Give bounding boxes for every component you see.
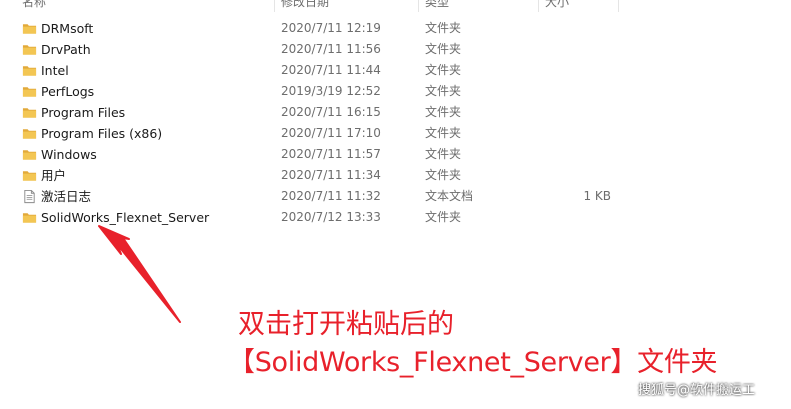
file-type: 文件夹 <box>425 126 462 140</box>
file-date: 2020/7/11 11:34 <box>281 168 381 182</box>
file-type: 文件夹 <box>425 168 462 182</box>
annotation-line-1: 双击打开粘贴后的 <box>238 309 454 340</box>
column-header-date[interactable]: 修改日期 <box>281 0 329 12</box>
file-row[interactable]: Program Files 2020/7/11 16:15 文件夹 <box>0 102 620 123</box>
file-date: 2020/7/12 13:33 <box>281 210 381 224</box>
column-header-bar: 名称 修改日期 类型 大小 <box>0 0 620 12</box>
file-row[interactable]: Windows 2020/7/11 11:57 文件夹 <box>0 144 620 165</box>
file-row[interactable]: 用户 2020/7/11 11:34 文件夹 <box>0 165 620 186</box>
file-name: 用户 <box>41 168 67 183</box>
file-date: 2020/7/11 17:10 <box>281 126 381 140</box>
folder-icon <box>22 168 37 183</box>
file-size: 1 KB <box>583 189 611 203</box>
watermark: 搜狐号@软件搬运工 <box>638 383 756 398</box>
file-name: Windows <box>41 147 97 162</box>
file-name: Intel <box>41 63 69 78</box>
file-type: 文件夹 <box>425 21 462 35</box>
file-type: 文件夹 <box>425 105 462 119</box>
file-row[interactable]: 激活日志 2020/7/11 11:32 文本文档 1 KB <box>0 186 620 207</box>
column-header-size[interactable]: 大小 <box>545 0 569 12</box>
file-type: 文本文档 <box>425 189 474 203</box>
column-divider[interactable] <box>618 0 619 12</box>
folder-icon <box>22 84 37 99</box>
file-row[interactable]: SolidWorks_Flexnet_Server 2020/7/12 13:3… <box>0 207 620 228</box>
file-name: PerfLogs <box>41 84 95 99</box>
column-divider[interactable] <box>274 0 275 12</box>
file-name: 激活日志 <box>41 189 92 204</box>
folder-icon <box>22 210 37 225</box>
file-type: 文件夹 <box>425 210 462 224</box>
file-date: 2019/3/19 12:52 <box>281 84 381 98</box>
column-header-name[interactable]: 名称 <box>22 0 46 12</box>
file-name: DrvPath <box>41 42 91 57</box>
folder-icon <box>22 105 37 120</box>
file-date: 2020/7/11 11:56 <box>281 42 381 56</box>
annotation-line-2: 【SolidWorks_Flexnet_Server】文件夹 <box>228 347 718 378</box>
file-row[interactable]: Program Files (x86) 2020/7/11 17:10 文件夹 <box>0 123 620 144</box>
file-list: DRMsoft 2020/7/11 12:19 文件夹 DrvPath 2020… <box>0 18 620 228</box>
file-type: 文件夹 <box>425 84 462 98</box>
annotation-text: 双击打开粘贴后的 【SolidWorks_Flexnet_Server】文件夹 <box>228 306 718 382</box>
file-date: 2020/7/11 11:32 <box>281 189 381 203</box>
column-divider[interactable] <box>538 0 539 12</box>
file-row[interactable]: PerfLogs 2019/3/19 12:52 文件夹 <box>0 81 620 102</box>
file-date: 2020/7/11 11:44 <box>281 63 381 77</box>
file-name: SolidWorks_Flexnet_Server <box>41 210 210 225</box>
file-name: Program Files (x86) <box>41 126 163 141</box>
file-name: DRMsoft <box>41 21 94 36</box>
file-row[interactable]: Intel 2020/7/11 11:44 文件夹 <box>0 60 620 81</box>
file-date: 2020/7/11 12:19 <box>281 21 381 35</box>
folder-icon <box>22 21 37 36</box>
file-date: 2020/7/11 16:15 <box>281 105 381 119</box>
text-file-icon <box>22 189 37 204</box>
file-type: 文件夹 <box>425 42 462 56</box>
folder-icon <box>22 42 37 57</box>
file-row[interactable]: DrvPath 2020/7/11 11:56 文件夹 <box>0 39 620 60</box>
file-name: Program Files <box>41 105 126 120</box>
folder-icon <box>22 63 37 78</box>
file-type: 文件夹 <box>425 147 462 161</box>
file-type: 文件夹 <box>425 63 462 77</box>
folder-icon <box>22 147 37 162</box>
folder-icon <box>22 126 37 141</box>
column-header-type[interactable]: 类型 <box>425 0 449 12</box>
column-divider[interactable] <box>418 0 419 12</box>
file-date: 2020/7/11 11:57 <box>281 147 381 161</box>
file-row[interactable]: DRMsoft 2020/7/11 12:19 文件夹 <box>0 18 620 39</box>
